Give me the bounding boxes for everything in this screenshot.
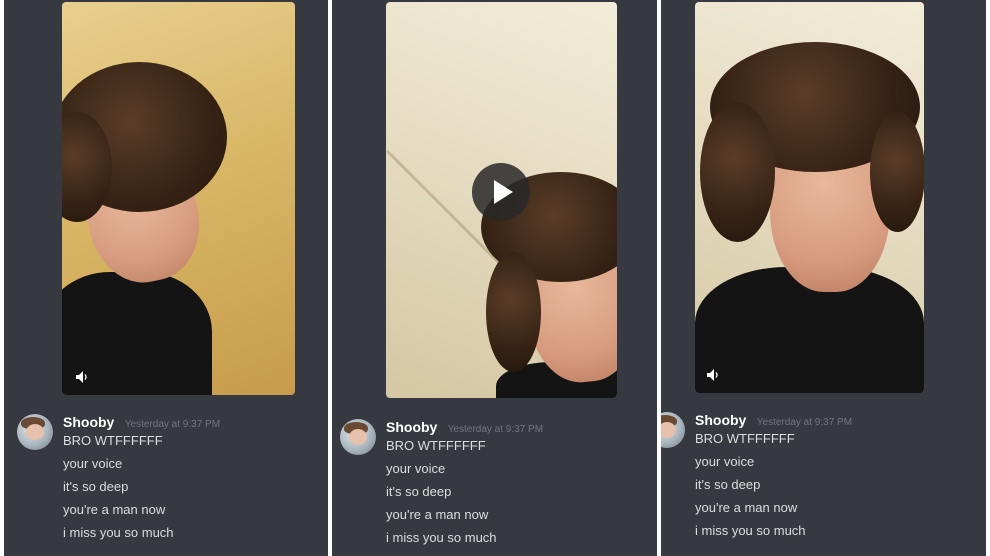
video-attachment[interactable]	[62, 2, 295, 395]
message-text: your voice	[695, 454, 755, 469]
username[interactable]: Shooby	[386, 419, 437, 435]
message-header: Shooby Yesterday at 9:37 PM	[63, 414, 220, 432]
message-text: i miss you so much	[63, 525, 174, 540]
play-icon	[494, 180, 513, 204]
chat-message: Shooby Yesterday at 9:37 PM BRO WTFFFFFF…	[340, 417, 645, 552]
video-frame	[62, 2, 295, 395]
message-text: you're a man now	[386, 507, 489, 522]
chat-panel-2: Shooby Yesterday at 9:37 PM BRO WTFFFFFF…	[332, 0, 657, 556]
chat-panel-3: Shooby Yesterday at 9:37 PM BRO WTFFFFFF…	[661, 0, 986, 556]
message-text: your voice	[386, 461, 446, 476]
timestamp: Yesterday at 9:37 PM	[124, 419, 221, 430]
message-text: BRO WTFFFFFF	[63, 433, 163, 448]
video-frame	[695, 2, 924, 393]
video-attachment[interactable]	[695, 2, 924, 393]
username[interactable]: Shooby	[63, 414, 114, 430]
video-attachment[interactable]	[386, 2, 617, 398]
message-text: it's so deep	[63, 479, 129, 494]
volume-icon[interactable]	[707, 368, 721, 381]
timestamp: Yesterday at 9:37 PM	[756, 417, 853, 428]
chat-message: Shooby Yesterday at 9:37 PM BRO WTFFFFFF…	[17, 412, 317, 552]
message-text: it's so deep	[386, 484, 452, 499]
message-text: it's so deep	[695, 477, 761, 492]
message-header: Shooby Yesterday at 9:37 PM	[386, 419, 543, 437]
user-avatar[interactable]	[661, 412, 685, 448]
username[interactable]: Shooby	[695, 412, 746, 428]
message-text: you're a man now	[63, 502, 166, 517]
timestamp: Yesterday at 9:37 PM	[447, 424, 544, 435]
message-text: BRO WTFFFFFF	[695, 431, 795, 446]
volume-icon[interactable]	[76, 370, 90, 383]
message-text: i miss you so much	[386, 530, 497, 545]
play-button[interactable]	[472, 163, 530, 221]
chat-panel-1: Shooby Yesterday at 9:37 PM BRO WTFFFFFF…	[4, 0, 328, 556]
message-text: i miss you so much	[695, 523, 806, 538]
message-header: Shooby Yesterday at 9:37 PM	[695, 412, 852, 430]
user-avatar[interactable]	[17, 414, 53, 450]
message-text: your voice	[63, 456, 123, 471]
user-avatar[interactable]	[340, 419, 376, 455]
chat-message: Shooby Yesterday at 9:37 PM BRO WTFFFFFF…	[661, 410, 979, 550]
message-text: you're a man now	[695, 500, 798, 515]
message-text: BRO WTFFFFFF	[386, 438, 486, 453]
